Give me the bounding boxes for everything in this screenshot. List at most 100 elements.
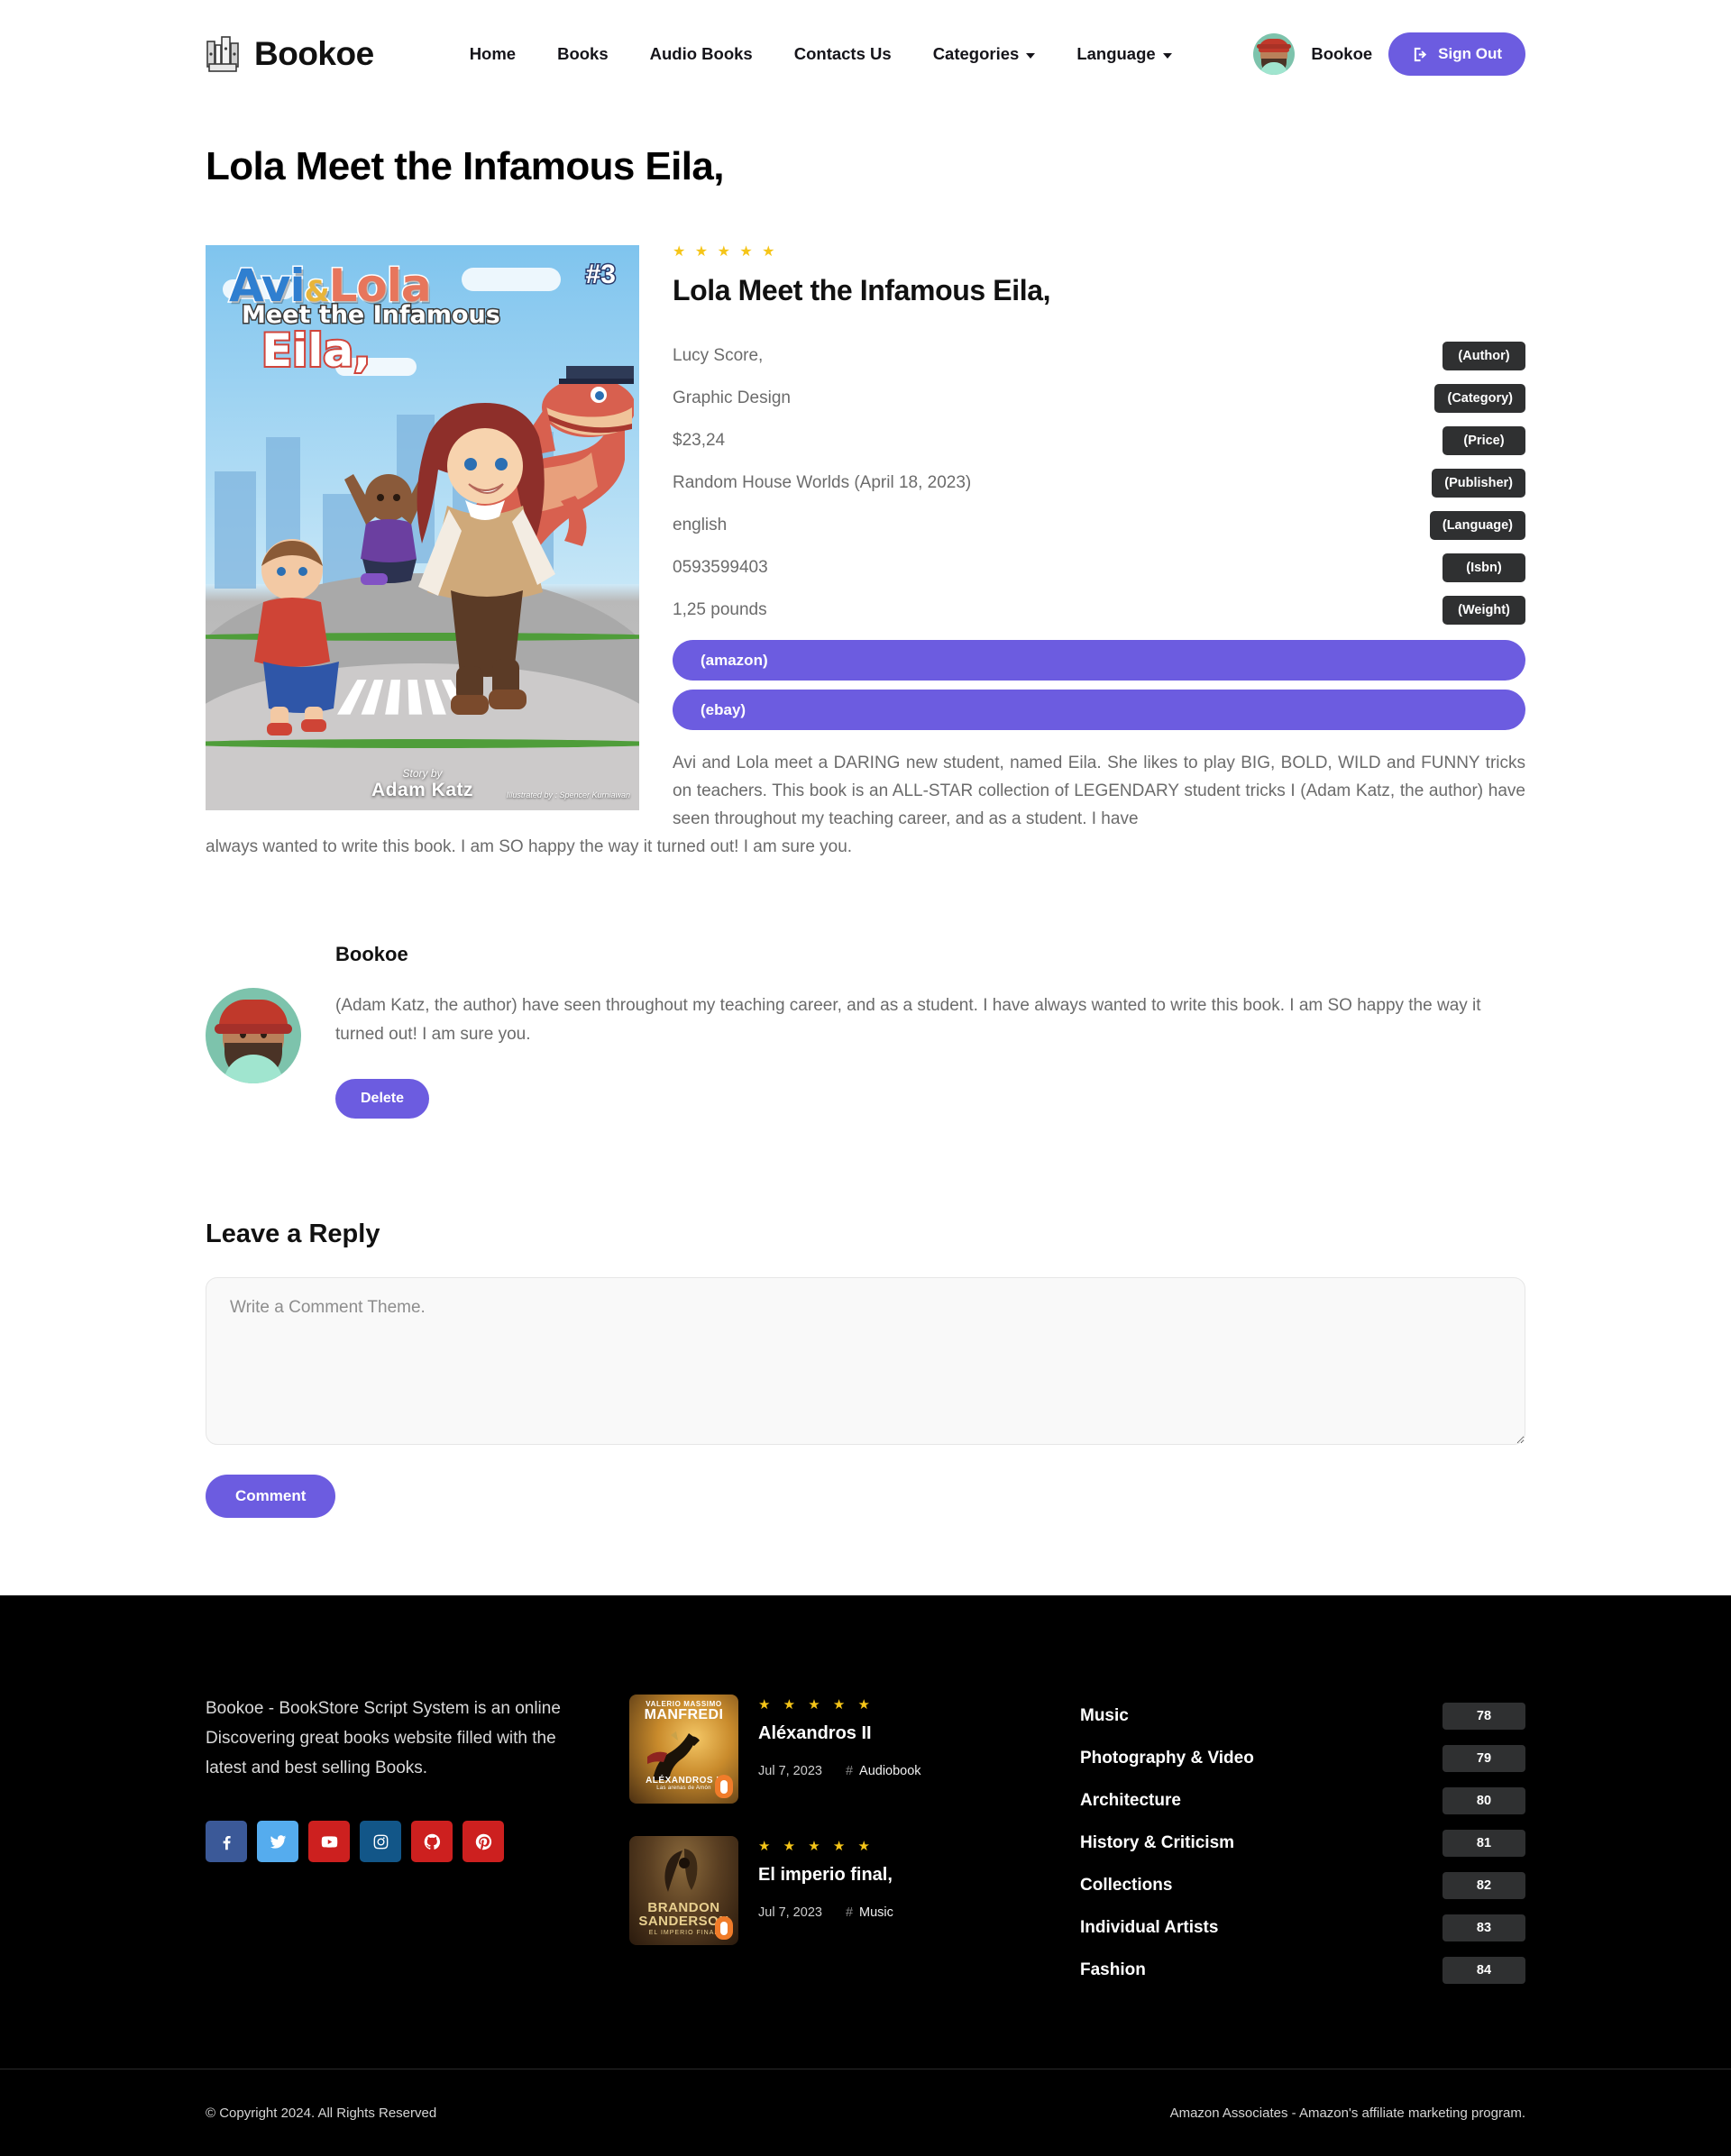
nav-label: Home [469, 44, 517, 63]
twitter-icon[interactable] [257, 1821, 298, 1863]
footer-category-photography-video[interactable]: Photography & Video 79 [1080, 1737, 1525, 1779]
category-name[interactable]: History & Criticism [1080, 1833, 1234, 1853]
pinterest-icon[interactable] [463, 1821, 504, 1863]
meta-value: english [673, 515, 728, 534]
footer-book-item[interactable]: BRANDON SANDERSON EL IMPERIO FINAL ★ ★ ★… [629, 1836, 1071, 1946]
review-author-name: Bookoe [335, 942, 408, 965]
meta-badge-weight: (Weight) [1442, 595, 1525, 625]
footer-book-title[interactable]: El imperio final, [758, 1865, 893, 1886]
affiliate-text: Amazon Associates - Amazon's affiliate m… [1169, 2105, 1525, 2121]
page-title: Lola Meet the Infamous Eila, [206, 144, 724, 188]
hash-icon: # [845, 1764, 854, 1779]
book-description: Avi and Lola meet a DARING new student, … [673, 754, 1525, 828]
footer-book-date: Jul 7, 2023 [758, 1764, 822, 1779]
review-avatar [206, 987, 301, 1083]
cover-title-line3: Eila, [260, 323, 372, 379]
penguin-logo-icon [715, 1916, 733, 1941]
buy-on-amazon-button[interactable]: (amazon) [673, 640, 1525, 681]
nav-item-books[interactable]: Books [557, 44, 609, 64]
category-name[interactable]: Music [1080, 1706, 1129, 1726]
footer-book-stars: ★ ★ ★ ★ ★ [758, 1697, 875, 1713]
submit-comment-button[interactable]: Comment [206, 1475, 336, 1519]
footer-book-cover-imperio: BRANDON SANDERSON EL IMPERIO FINAL [629, 1836, 738, 1946]
meta-badge-publisher: (Publisher) [1432, 468, 1525, 498]
meta-row-author: Lucy Score, (Author) [673, 334, 1525, 377]
review-text: (Adam Katz, the author) have seen throug… [335, 995, 1481, 1045]
cover-story-by-label: Story by [402, 767, 443, 780]
facebook-icon[interactable] [206, 1821, 247, 1863]
nav-item-categories[interactable]: Categories [933, 44, 1036, 64]
leave-a-reply-section: Leave a Reply Comment [206, 1220, 1525, 1519]
social-links [206, 1821, 575, 1863]
brand-logo[interactable]: Bookoe [206, 34, 374, 74]
footer-cover-horse-illustration [647, 1731, 700, 1781]
review-section: Bookoe (Adam Katz, the author) have seen… [206, 943, 1525, 1119]
category-count: 82 [1442, 1871, 1525, 1899]
category-name[interactable]: Fashion [1080, 1960, 1146, 1980]
footer-book-tag[interactable]: # Music [846, 1905, 893, 1920]
nav-item-audio-books[interactable]: Audio Books [650, 44, 753, 64]
nav-label: Audio Books [649, 44, 753, 63]
footer-recent-books-column: VALERIO MASSIMO MANFREDI ALÉXANDROS II L… [629, 1695, 1071, 1991]
footer-book-stars: ★ ★ ★ ★ ★ [758, 1839, 875, 1855]
sign-out-label: Sign Out [1438, 45, 1502, 62]
footer-category-history-criticism[interactable]: History & Criticism 81 [1080, 1822, 1525, 1864]
instagram-icon[interactable] [360, 1821, 401, 1863]
footer-category-individual-artists[interactable]: Individual Artists 83 [1080, 1906, 1525, 1949]
category-count: 84 [1442, 1956, 1525, 1984]
nav-item-contacts-us[interactable]: Contacts Us [794, 44, 892, 64]
footer-book-tag[interactable]: # Audiobook [846, 1764, 921, 1778]
book-description-tail: always wanted to write this book. I am S… [206, 836, 853, 856]
footer-category-collections[interactable]: Collections 82 [1080, 1864, 1525, 1906]
category-name[interactable]: Photography & Video [1080, 1749, 1254, 1768]
main-content: Lola Meet the Infamous Eila, Avi&Lola Me… [206, 144, 1525, 1519]
book-detail: ★ ★ ★ ★ ★ Lola Meet the Infamous Eila, L… [673, 245, 1525, 834]
meta-value: $23,24 [673, 430, 726, 450]
category-name[interactable]: Individual Artists [1080, 1918, 1218, 1938]
category-count: 80 [1442, 1786, 1525, 1814]
nav-item-language[interactable]: Language [1076, 44, 1172, 64]
footer-cover-figure-illustration [664, 1849, 697, 1893]
meta-badge-language: (Language) [1429, 510, 1525, 540]
category-count: 78 [1442, 1702, 1525, 1730]
book-detail-section: Avi&Lola Meet the Infamous Eila, #3 Stor… [206, 245, 1525, 862]
cover-girl-lola [417, 403, 555, 716]
category-name[interactable]: Architecture [1080, 1791, 1181, 1811]
delete-review-button[interactable]: Delete [335, 1079, 430, 1119]
footer-category-fashion[interactable]: Fashion 84 [1080, 1949, 1525, 1991]
book-title: Lola Meet the Infamous Eila, [673, 274, 1051, 306]
chevron-down-icon [1026, 52, 1036, 59]
user-avatar[interactable] [1253, 33, 1296, 75]
nav-label: Contacts Us [793, 44, 892, 63]
book-rating-stars: ★ ★ ★ ★ ★ [673, 244, 778, 260]
nav-item-home[interactable]: Home [470, 44, 516, 64]
meta-row-isbn: 0593599403 (Isbn) [673, 546, 1525, 589]
buy-on-ebay-button[interactable]: (ebay) [673, 690, 1525, 730]
footer-category-music[interactable]: Music 78 [1080, 1695, 1525, 1737]
meta-value: 1,25 pounds [673, 599, 767, 619]
book-meta-list: Lucy Score, (Author) Graphic Design (Cat… [673, 334, 1525, 631]
footer-book-cover-alexandros: VALERIO MASSIMO MANFREDI ALÉXANDROS II L… [629, 1695, 738, 1804]
footer-book-date: Jul 7, 2023 [758, 1905, 822, 1921]
github-icon[interactable] [411, 1821, 453, 1863]
cover-cloud [462, 268, 562, 292]
comment-input[interactable] [206, 1277, 1525, 1446]
footer-category-architecture[interactable]: Architecture 80 [1080, 1779, 1525, 1822]
footer-book-title[interactable]: Aléxandros II [758, 1723, 921, 1744]
youtube-icon[interactable] [308, 1821, 350, 1863]
books-stack-icon [206, 34, 242, 74]
footer-categories-column: Music 78 Photography & Video 79 Architec… [1071, 1695, 1525, 1991]
nav-label: Language [1076, 44, 1156, 63]
site-header: Bookoe Home Books Audio Books Contacts U… [0, 0, 1731, 108]
footer-book-item[interactable]: VALERIO MASSIMO MANFREDI ALÉXANDROS II L… [629, 1695, 1071, 1804]
cover-boy-red [254, 538, 340, 735]
category-name[interactable]: Collections [1080, 1876, 1172, 1896]
penguin-logo-icon [715, 1775, 733, 1799]
meta-row-language: english (Language) [673, 504, 1525, 546]
avatar-cap-brim [1257, 44, 1292, 50]
copyright-text: © Copyright 2024. All Rights Reserved [206, 2105, 437, 2121]
meta-row-publisher: Random House Worlds (April 18, 2023) (Pu… [673, 461, 1525, 504]
site-footer: Bookoe - BookStore Script System is an o… [0, 1595, 1731, 2156]
sign-out-button[interactable]: Sign Out [1388, 32, 1525, 76]
meta-row-weight: 1,25 pounds (Weight) [673, 589, 1525, 631]
